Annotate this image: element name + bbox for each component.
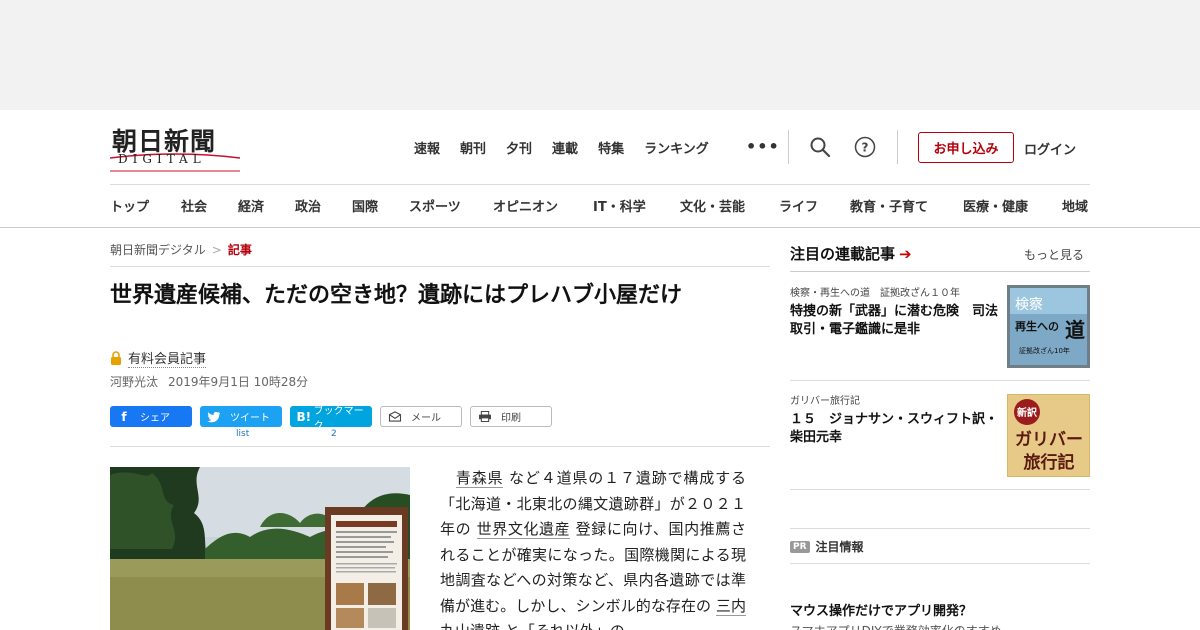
topnav-rensai[interactable]: 連載 bbox=[552, 138, 578, 157]
breadcrumb-separator: > bbox=[211, 243, 222, 257]
pr-promo-subtitle[interactable]: スマホアプリDIYで業務効率化のすすめ bbox=[790, 622, 1002, 630]
topnav-tokushu[interactable]: 特集 bbox=[598, 138, 624, 157]
divider bbox=[790, 271, 1090, 272]
ad-banner-area bbox=[0, 0, 1200, 110]
sidebar-thumbnail-kensatsu[interactable]: 検察 再生への 道 証拠改ざん10年 bbox=[1007, 285, 1090, 368]
breadcrumb-current: 記事 bbox=[227, 243, 252, 257]
thumb-text: 再生への bbox=[1015, 319, 1059, 333]
thumb-text: ガリバー bbox=[1015, 430, 1083, 450]
cat-sports[interactable]: スポーツ bbox=[409, 196, 461, 215]
pr-promo-title[interactable]: マウス操作だけでアプリ開発？ bbox=[790, 600, 972, 619]
help-icon[interactable]: ? bbox=[854, 136, 876, 158]
facebook-share-button[interactable]: f シェア bbox=[110, 406, 192, 427]
header-divider bbox=[788, 130, 789, 164]
mail-share-label: メール bbox=[411, 413, 441, 424]
sidebar-title[interactable]: 注目の連載記事 ➔ bbox=[790, 243, 912, 264]
paid-member-label[interactable]: 有料会員記事 bbox=[128, 348, 207, 368]
pr-section-header: PR 注目情報 bbox=[790, 538, 864, 555]
logo-digital: DIGITAL bbox=[118, 152, 206, 166]
body-text-segment bbox=[440, 469, 456, 487]
topnav-choukan[interactable]: 朝刊 bbox=[460, 138, 486, 157]
cat-economy[interactable]: 経済 bbox=[238, 196, 264, 215]
search-icon[interactable] bbox=[809, 136, 831, 158]
hatena-bookmark-button[interactable]: B! ブックマーク bbox=[290, 406, 372, 432]
thumb-text: 証拠改ざん10年 bbox=[1019, 346, 1070, 355]
cat-education[interactable]: 教育・子育て bbox=[850, 196, 928, 215]
twitter-icon bbox=[207, 411, 220, 422]
subscribe-button[interactable]: お申し込み bbox=[918, 132, 1014, 163]
hatena-share-count[interactable]: 2 bbox=[331, 429, 337, 439]
header-divider bbox=[897, 130, 898, 164]
divider bbox=[110, 266, 770, 267]
article-photo[interactable] bbox=[110, 467, 410, 630]
print-button[interactable]: 印刷 bbox=[470, 406, 552, 427]
pr-section-title: 注目情報 bbox=[815, 540, 864, 554]
publish-date: 2019年9月1日 10時28分 bbox=[168, 375, 309, 389]
cat-international[interactable]: 国際 bbox=[352, 196, 378, 215]
svg-text:?: ? bbox=[862, 141, 869, 155]
thumb-text: 旅行記 bbox=[1024, 452, 1075, 473]
divider bbox=[110, 446, 770, 447]
printer-icon bbox=[479, 411, 491, 422]
mail-icon bbox=[388, 411, 402, 422]
author-name: 河野光汰 bbox=[110, 375, 159, 389]
keyword-link-aomori[interactable]: 青森県 bbox=[455, 469, 504, 488]
topnav-ranking[interactable]: ランキング bbox=[644, 138, 709, 157]
thumb-text: 道 bbox=[1065, 318, 1085, 342]
breadcrumb-home[interactable]: 朝日新聞デジタル bbox=[110, 243, 206, 257]
cat-politics[interactable]: 政治 bbox=[295, 196, 321, 215]
asahi-digital-logo[interactable]: 朝日新聞 DIGITAL bbox=[110, 122, 242, 172]
twitter-share-button[interactable]: ツイート bbox=[200, 406, 282, 427]
topnav-sokuhou[interactable]: 速報 bbox=[414, 138, 440, 157]
pr-badge: PR bbox=[790, 540, 810, 553]
article-body: 青森県 など４道県の１７遺跡で構成する「北海道・北東北の縄文遺跡群」が２０２１年… bbox=[440, 466, 746, 630]
mail-share-button[interactable]: メール bbox=[380, 406, 462, 427]
twitter-share-count[interactable]: list bbox=[236, 429, 249, 439]
twitter-share-label: ツイート bbox=[230, 413, 270, 424]
sidebar-title-text: 注目の連載記事 bbox=[790, 245, 896, 263]
article-headline: 世界遺産候補、ただの空き地？遺跡にはプレハブ小屋だけ bbox=[110, 283, 683, 308]
sidebar-thumbnail-gulliver[interactable]: 新訳 ガリバー 旅行記 bbox=[1007, 394, 1090, 477]
thumb-text: 新訳 bbox=[1017, 406, 1038, 419]
sidebar-article-title: 特捜の新「武器」に潜む危険 司法取引・電子鑑識に是非 bbox=[790, 304, 999, 337]
facebook-icon: f bbox=[121, 409, 127, 424]
cat-society[interactable]: 社会 bbox=[181, 196, 207, 215]
facebook-share-label: シェア bbox=[140, 413, 170, 424]
lock-icon bbox=[111, 351, 121, 365]
site-header: 朝日新聞 DIGITAL 速報 朝刊 夕刊 連載 特集 ランキング ••• ? … bbox=[0, 110, 1200, 228]
cat-region[interactable]: 地域 bbox=[1062, 196, 1088, 215]
cat-life[interactable]: ライフ bbox=[779, 196, 818, 215]
cat-medical[interactable]: 医療・健康 bbox=[963, 196, 1028, 215]
top-navigation: 速報 朝刊 夕刊 連載 特集 ランキング bbox=[414, 138, 729, 157]
print-label: 印刷 bbox=[501, 413, 521, 424]
thumb-text: 検察 bbox=[1015, 296, 1043, 313]
cat-culture[interactable]: 文化・芸能 bbox=[680, 196, 745, 215]
hatena-share-label: ブックマーク bbox=[313, 405, 364, 432]
login-link[interactable]: ログイン bbox=[1024, 139, 1076, 158]
paid-member-badge: 有料会員記事 bbox=[110, 348, 207, 368]
sidebar-article-title: １５ ジョナサン・スウィフト訳・柴田元幸 bbox=[790, 412, 999, 445]
cat-top[interactable]: トップ bbox=[110, 196, 149, 215]
keyword-link-world-heritage[interactable]: 世界文化遺産 bbox=[476, 520, 571, 539]
cat-opinion[interactable]: オピニオン bbox=[493, 196, 558, 215]
hatena-icon: B! bbox=[296, 409, 312, 424]
byline: 河野光汰 2019年9月1日 10時28分 bbox=[110, 373, 308, 390]
divider bbox=[790, 563, 1090, 564]
topnav-yukan[interactable]: 夕刊 bbox=[506, 138, 532, 157]
header-rule bbox=[110, 184, 1090, 185]
category-navigation: トップ 社会 経済 政治 国際 スポーツ オピニオン IT・科学 文化・芸能 ラ… bbox=[110, 196, 1090, 216]
body-text-segment: と「それ以外」の bbox=[500, 622, 625, 630]
arrow-right-icon: ➔ bbox=[899, 244, 912, 263]
divider bbox=[790, 380, 1090, 381]
divider bbox=[790, 489, 1090, 490]
cat-it-science[interactable]: IT・科学 bbox=[593, 196, 646, 215]
sidebar-more-link[interactable]: もっと見る bbox=[1024, 246, 1084, 263]
more-menu-button[interactable]: ••• bbox=[746, 137, 780, 156]
divider bbox=[790, 528, 1090, 529]
breadcrumb: 朝日新聞デジタル > 記事 bbox=[110, 241, 252, 258]
